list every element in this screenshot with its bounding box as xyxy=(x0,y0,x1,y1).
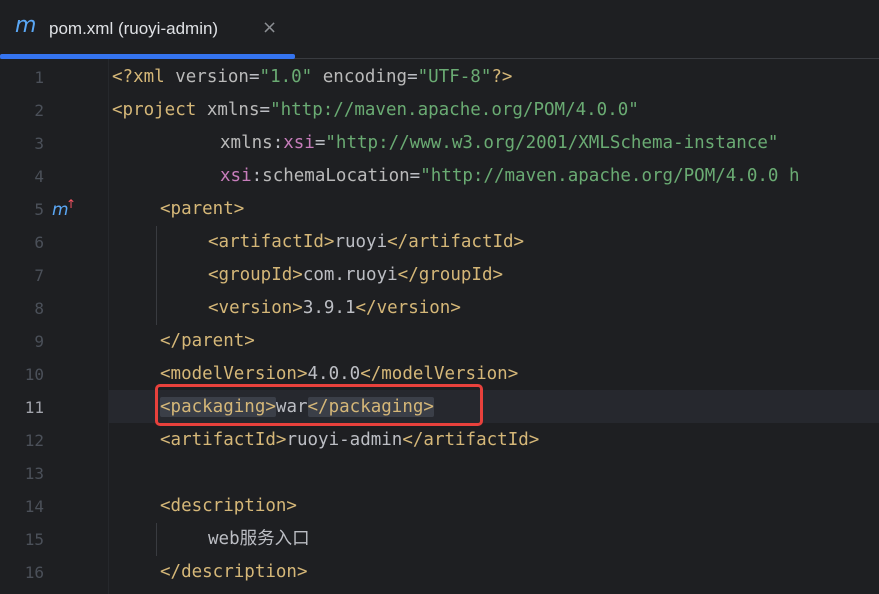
tag-open: <modelVersion> xyxy=(160,364,308,384)
tag-close: </modelVersion> xyxy=(360,364,519,384)
tag-description-close: </description> xyxy=(160,562,308,582)
tag-open: <groupId> xyxy=(208,265,303,285)
navigate-up-arrow-icon: ↑ xyxy=(66,197,77,211)
equals: = xyxy=(314,133,326,153)
tag-text: 4.0.0 xyxy=(307,364,361,384)
tag-close: </version> xyxy=(355,298,461,318)
maven-m-icon: m xyxy=(15,13,37,38)
colon: : xyxy=(251,166,263,186)
attr-value: "1.0" xyxy=(259,67,313,87)
tag-open: <project xyxy=(112,100,207,120)
code-line-8: <version>3.9.1</version> xyxy=(208,292,461,325)
line-number: 5 xyxy=(34,200,44,219)
tag-text: ruoyi xyxy=(334,232,388,252)
tag-open: <version> xyxy=(208,298,303,318)
line-number: 14 xyxy=(24,497,44,516)
code-line-2: <project xmlns="http://maven.apache.org/… xyxy=(112,94,639,127)
line-number: 13 xyxy=(24,464,44,483)
equals: = xyxy=(407,67,418,87)
attr-name: xmlns xyxy=(206,100,260,120)
attr-name: xmlns xyxy=(220,133,273,153)
tag-close: </artifactId> xyxy=(387,232,525,252)
attr-name: version xyxy=(175,67,249,87)
code-line-14: <description> xyxy=(160,490,297,523)
attr-name: schemaLocation xyxy=(262,166,410,186)
close-icon[interactable]: × xyxy=(262,16,277,40)
tag-close: </artifactId> xyxy=(402,430,540,450)
line-number: 7 xyxy=(34,266,44,285)
tag-open: <artifactId> xyxy=(208,232,335,252)
gutter-divider xyxy=(108,59,109,594)
code-line-1: <?xml version="1.0" encoding="UTF-8"?> xyxy=(112,61,512,94)
equals: = xyxy=(259,100,271,120)
tag-text: ruoyi-admin xyxy=(286,430,403,450)
tag-description-open: <description> xyxy=(160,496,297,516)
tab-pom-xml[interactable]: m pom.xml (ruoyi-admin) × xyxy=(0,0,295,59)
xml-decl-open: <?xml xyxy=(112,67,176,87)
line-number: 15 xyxy=(24,530,44,549)
code-line-9: </parent> xyxy=(160,325,255,358)
xml-decl-close: ?> xyxy=(491,67,513,87)
line-number: 3 xyxy=(34,134,44,153)
code-line-12: <artifactId>ruoyi-admin</artifactId> xyxy=(160,424,539,457)
tag-text: com.ruoyi xyxy=(302,265,398,285)
attr-value: "http://maven.apache.org/POM/4.0.0" xyxy=(270,100,639,120)
code-editor[interactable]: 1 2 3 4 5 6 7 8 9 10 11 12 13 14 15 16 m… xyxy=(0,59,879,594)
line-number: 12 xyxy=(24,431,44,450)
code-line-6: <artifactId>ruoyi</artifactId> xyxy=(208,226,524,259)
line-number: 16 xyxy=(24,563,44,582)
annotation-highlight-box xyxy=(155,384,483,426)
namespace: xsi xyxy=(283,133,315,153)
tag-text: 3.9.1 xyxy=(302,298,356,318)
colon: : xyxy=(272,133,284,153)
equals: = xyxy=(248,67,260,87)
line-number-current: 11 xyxy=(24,398,44,417)
indent-guide xyxy=(156,226,157,325)
description-text: web服务入口 xyxy=(208,529,310,549)
attr-value: "http://maven.apache.org/POM/4.0.0 h xyxy=(420,166,800,186)
equals: = xyxy=(409,166,421,186)
gutter[interactable]: 1 2 3 4 5 6 7 8 9 10 11 12 13 14 15 16 m… xyxy=(0,59,108,594)
editor-tab-bar: m pom.xml (ruoyi-admin) × xyxy=(0,0,879,59)
indent-guide xyxy=(156,523,157,556)
attr-value: "UTF-8" xyxy=(417,67,492,87)
line-number: 8 xyxy=(34,299,44,318)
tag-parent-close: </parent> xyxy=(160,331,255,351)
code-line-4: xsi:schemaLocation="http://maven.apache.… xyxy=(220,160,800,193)
line-number: 10 xyxy=(24,365,44,384)
code-line-3: xmlns:xsi="http://www.w3.org/2001/XMLSch… xyxy=(220,127,778,160)
code-line-16: </description> xyxy=(160,556,308,589)
tag-open: <artifactId> xyxy=(160,430,287,450)
code-line-7: <groupId>com.ruoyi</groupId> xyxy=(208,259,503,292)
tag-close: </groupId> xyxy=(397,265,504,285)
line-number: 9 xyxy=(34,332,44,351)
line-number: 6 xyxy=(34,233,44,252)
code-line-15: web服务入口 xyxy=(208,523,310,556)
line-number: 2 xyxy=(34,101,44,120)
namespace: xsi xyxy=(220,166,252,186)
line-number: 4 xyxy=(34,167,44,186)
attr-name: encoding xyxy=(322,67,408,87)
tag-parent-open: <parent> xyxy=(160,199,245,219)
attr-value: "http://www.w3.org/2001/XMLSchema-instan… xyxy=(325,133,779,153)
line-number: 1 xyxy=(34,68,44,87)
code-line-5: <parent> xyxy=(160,193,244,226)
tab-title: pom.xml (ruoyi-admin) xyxy=(49,19,219,38)
